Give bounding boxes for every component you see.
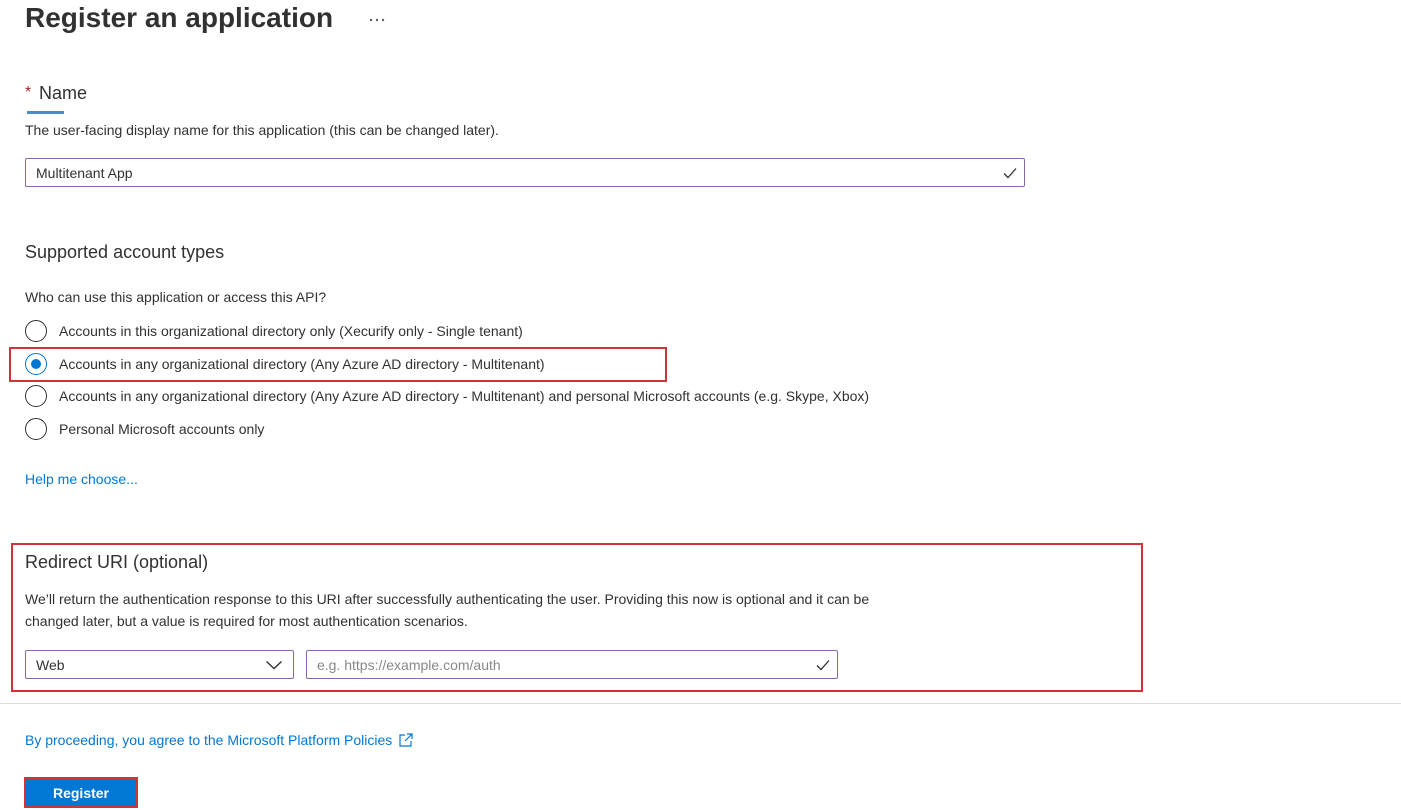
account-types-question: Who can use this application or access t… xyxy=(25,289,327,305)
radio-option-personal-only[interactable]: Personal Microsoft accounts only xyxy=(25,416,264,442)
radio-label: Accounts in any organizational directory… xyxy=(59,356,545,372)
radio-button-selected[interactable] xyxy=(25,353,47,375)
name-label-underline xyxy=(27,111,64,114)
radio-label: Personal Microsoft accounts only xyxy=(59,421,265,437)
radio-option-multitenant-personal[interactable]: Accounts in any organizational directory… xyxy=(25,383,869,409)
name-field[interactable] xyxy=(25,158,1025,187)
redirect-description-line1: We’ll return the authentication response… xyxy=(25,591,870,607)
checkmark-icon xyxy=(816,659,830,670)
register-app-page: Register an application * Name The user-… xyxy=(0,0,1401,810)
radio-button[interactable] xyxy=(25,385,47,407)
name-input[interactable] xyxy=(26,159,1002,186)
radio-option-single-tenant[interactable]: Accounts in this organizational director… xyxy=(25,318,523,344)
radio-label: Accounts in this organizational director… xyxy=(59,323,523,339)
redirect-uri-input[interactable] xyxy=(307,651,815,678)
account-types-title: Supported account types xyxy=(25,242,225,262)
radio-button[interactable] xyxy=(25,418,47,440)
chevron-down-icon xyxy=(266,660,282,669)
help-me-choose-link[interactable]: Help me choose... xyxy=(25,471,138,487)
external-link-icon xyxy=(399,733,413,747)
radio-label: Accounts in any organizational directory… xyxy=(59,388,870,404)
redirect-uri-title: Redirect URI (optional) xyxy=(25,552,209,572)
platform-select[interactable]: Web xyxy=(25,650,294,679)
footer-divider xyxy=(0,703,1401,704)
radio-option-multitenant[interactable]: Accounts in any organizational directory… xyxy=(25,351,545,377)
checkmark-icon xyxy=(1003,167,1017,178)
more-horizontal-icon[interactable] xyxy=(368,9,386,25)
redirect-uri-field[interactable] xyxy=(306,650,838,679)
required-indicator: * xyxy=(25,84,32,101)
policy-link-text: By proceeding, you agree to the Microsof… xyxy=(25,732,393,748)
platform-policies-link[interactable]: By proceeding, you agree to the Microsof… xyxy=(25,732,414,748)
radio-button[interactable] xyxy=(25,320,47,342)
redirect-description-line2: changed later, but a value is required f… xyxy=(25,613,468,629)
page-title: Register an application xyxy=(25,2,334,33)
name-label: Name xyxy=(39,83,88,103)
register-button[interactable]: Register xyxy=(24,777,138,808)
name-description: The user-facing display name for this ap… xyxy=(25,122,499,138)
platform-select-value: Web xyxy=(36,656,65,673)
